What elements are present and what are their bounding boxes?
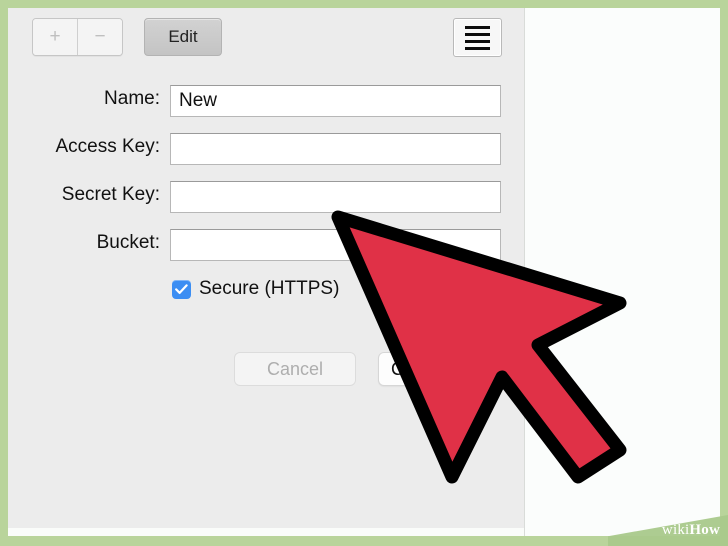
- secure-https-label: Secure (HTTPS): [199, 278, 340, 299]
- hamburger-icon-line: [465, 46, 490, 50]
- access-key-label: Access Key:: [55, 136, 160, 157]
- secret-key-label: Secret Key:: [61, 184, 160, 205]
- s3-account-dialog: + − Edit Name: New Access Key: Secret Ke…: [8, 8, 524, 528]
- add-account-button[interactable]: +: [33, 19, 77, 55]
- screenshot-root: Sign up for Amazo + − Edit Name: New: [0, 0, 728, 546]
- frame-top: [0, 0, 728, 8]
- remove-account-button[interactable]: −: [77, 19, 122, 55]
- frame-left: [0, 0, 8, 546]
- hamburger-icon-line: [465, 39, 490, 43]
- form-row-bucket: Bucket:: [8, 222, 524, 270]
- form-row-secure: Secure (HTTPS): [8, 274, 524, 314]
- add-remove-segmented-control[interactable]: + −: [32, 18, 123, 56]
- dialog-toolbar: + − Edit: [8, 8, 524, 78]
- hamburger-icon-line: [465, 25, 490, 29]
- edit-button[interactable]: Edit: [144, 18, 222, 56]
- secret-key-input[interactable]: [170, 181, 501, 213]
- bucket-input[interactable]: [170, 229, 501, 261]
- checkmark-icon: [175, 284, 188, 294]
- form-row-access-key: Access Key:: [8, 126, 524, 174]
- right-content-pane: [524, 8, 721, 536]
- dialog-actions: Cancel C: [8, 352, 524, 402]
- account-form: Name: New Access Key: Secret Key: Bucket…: [8, 78, 524, 314]
- hamburger-icon-line: [465, 32, 490, 36]
- form-row-name: Name: New: [8, 78, 524, 126]
- access-key-input[interactable]: [170, 133, 501, 165]
- form-row-secret-key: Secret Key:: [8, 174, 524, 222]
- frame-bottom: [0, 536, 728, 546]
- hamburger-menu-button[interactable]: [453, 18, 502, 57]
- secure-https-checkbox[interactable]: [172, 280, 191, 299]
- confirm-button[interactable]: C: [378, 352, 500, 386]
- name-label: Name:: [104, 88, 160, 109]
- frame-right: [720, 0, 728, 546]
- cancel-button[interactable]: Cancel: [234, 352, 356, 386]
- bucket-label: Bucket:: [96, 232, 160, 253]
- name-input[interactable]: New: [170, 85, 501, 117]
